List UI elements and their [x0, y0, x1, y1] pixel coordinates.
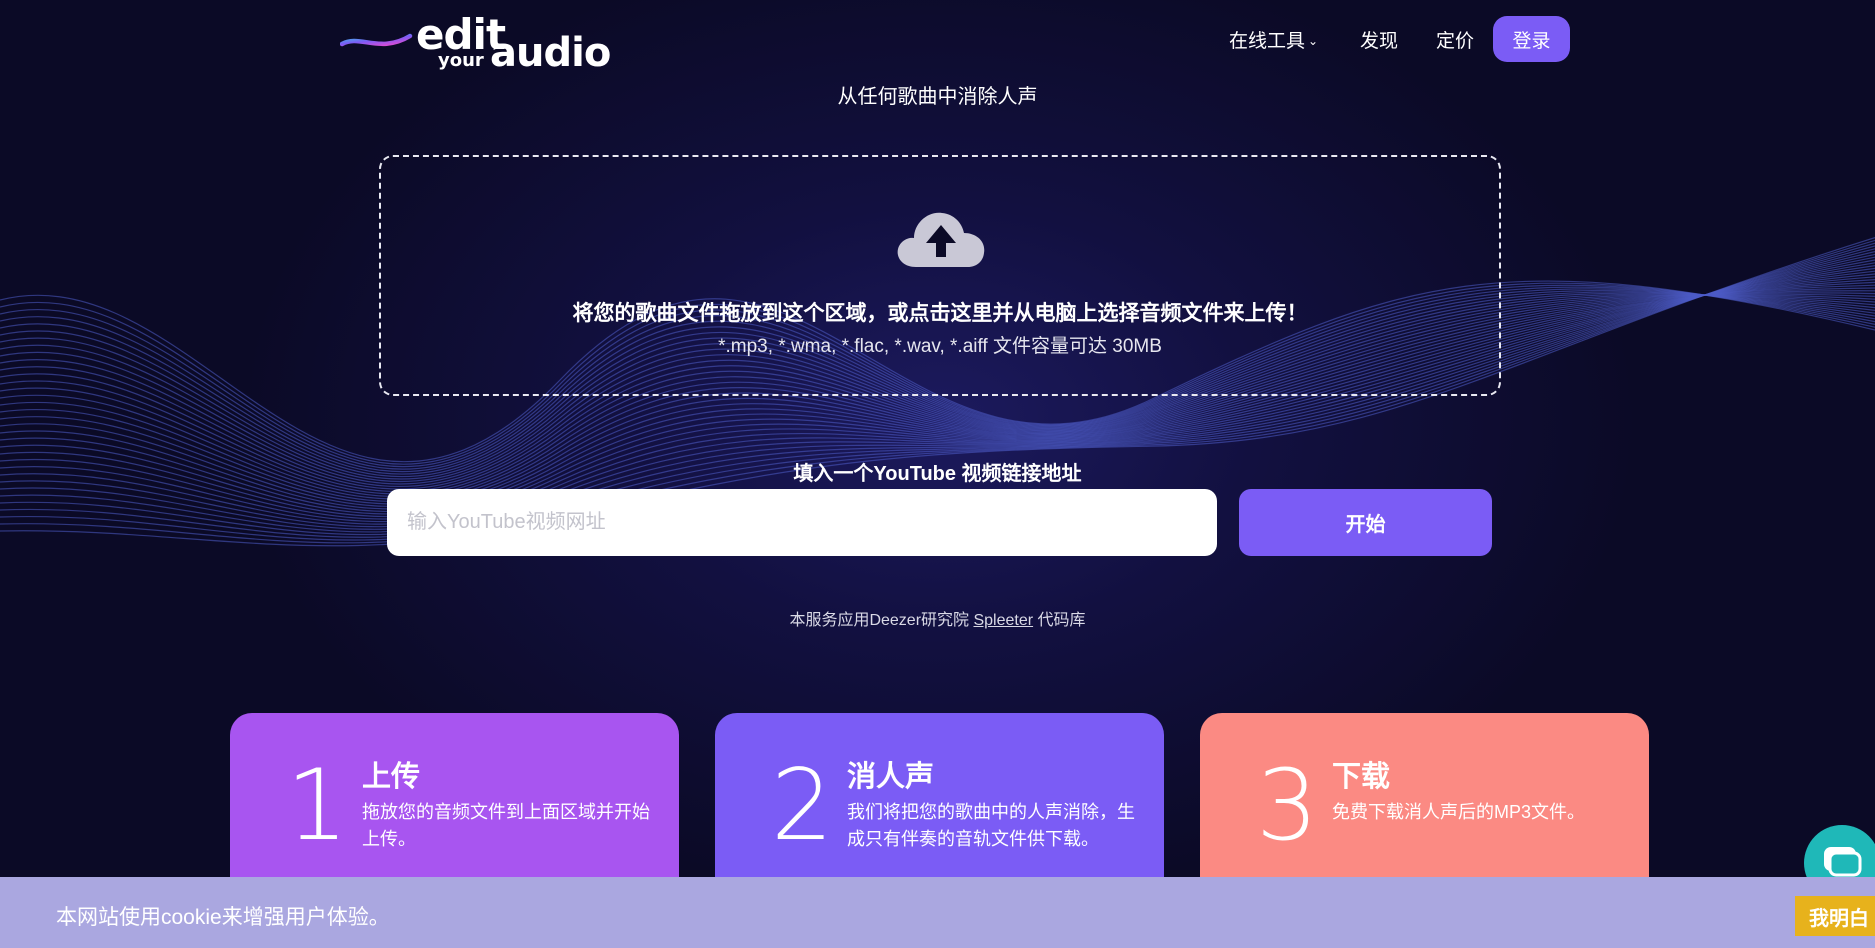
- cookie-text: 本网站使用cookie来增强用户体验。: [56, 906, 390, 929]
- nav-discover[interactable]: 发现: [1360, 26, 1398, 53]
- step-description: 拖放您的音频文件到上面区域并开始上传。: [362, 802, 650, 849]
- step-number: 2: [771, 749, 834, 863]
- logo-text-audio: audio: [490, 30, 611, 76]
- logo[interactable]: edit your audio: [340, 6, 611, 76]
- step-title: 上传: [362, 761, 421, 793]
- start-button[interactable]: 开始: [1239, 489, 1492, 556]
- credit-suffix: 代码库: [1033, 612, 1086, 629]
- nav-online-tools-label: 在线工具: [1229, 31, 1306, 52]
- nav-pricing[interactable]: 定价: [1436, 26, 1474, 53]
- site-header: edit your audio 在线工具 ⌄ 发现 定价 登录: [0, 0, 1875, 80]
- credit-prefix: 本服务应用Deezer研究院: [789, 612, 974, 629]
- step-description: 免费下载消人声后的MP3文件。: [1332, 802, 1586, 822]
- hero-subtitle: 从任何歌曲中消除人声: [837, 86, 1038, 108]
- step-number: 1: [286, 749, 349, 863]
- upload-dropzone[interactable]: 将您的歌曲文件拖放到这个区域，或点击这里并从电脑上选择音频文件来上传！ *.mp…: [379, 155, 1501, 396]
- youtube-url-input[interactable]: [387, 489, 1217, 556]
- step-title: 下载: [1332, 761, 1391, 793]
- logo-wave-icon: [340, 11, 413, 75]
- login-button[interactable]: 登录: [1493, 16, 1570, 62]
- nav-online-tools[interactable]: 在线工具 ⌄: [1229, 26, 1318, 53]
- dropzone-instruction: 将您的歌曲文件拖放到这个区域，或点击这里并从电脑上选择音频文件来上传！: [572, 302, 1308, 325]
- credit-text: 本服务应用Deezer研究院 Spleeter 代码库: [0, 606, 1875, 630]
- step-number: 3: [1256, 749, 1319, 863]
- cloud-upload-icon: [897, 212, 985, 267]
- cookie-accept-button[interactable]: 我明白: [1795, 896, 1875, 936]
- cookie-banner: 本网站使用cookie来增强用户体验。: [0, 877, 1875, 948]
- chat-bubble-icon: [1824, 847, 1862, 877]
- youtube-label: 填入一个YouTube 视频链接地址: [793, 463, 1082, 485]
- logo-text-your: your: [438, 50, 484, 71]
- step-description: 我们将把您的歌曲中的人声消除，生成只有伴奏的音轨文件供下载。: [847, 802, 1135, 849]
- spleeter-link[interactable]: Spleeter: [973, 612, 1033, 629]
- step-title: 消人声: [847, 761, 935, 793]
- chevron-down-icon: ⌄: [1308, 34, 1319, 48]
- dropzone-formats: *.mp3, *.wma, *.flac, *.wav, *.aiff 文件容量…: [718, 336, 1162, 357]
